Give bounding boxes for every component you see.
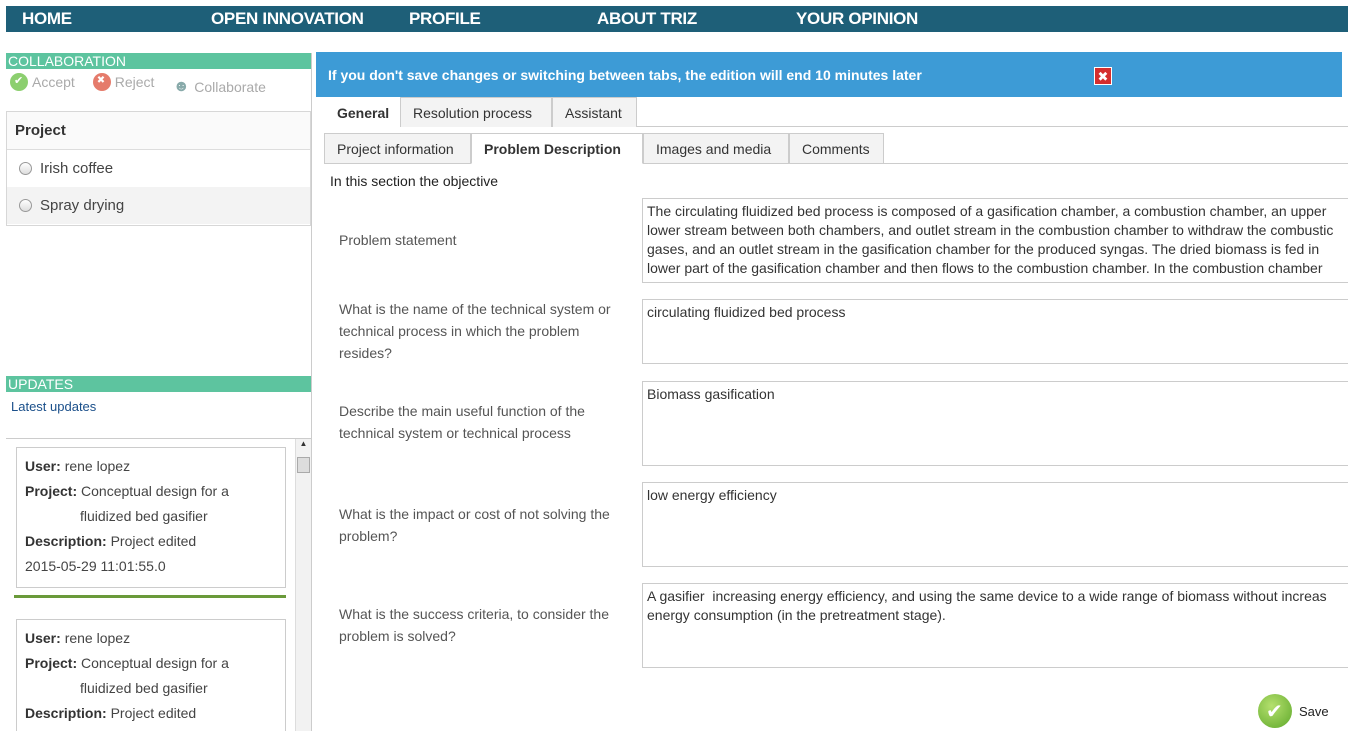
latest-updates-label: Latest updates [11,399,97,414]
reject-label: Reject [114,74,155,90]
update-card: User: rene lopez Project: Conceptual des… [16,447,286,588]
collaborate-label: Collaborate [194,79,266,95]
save-button[interactable]: Save [1258,694,1329,728]
problem-statement-field[interactable]: The circulating fluidized bed process is… [642,198,1348,283]
update-description: Project edited [110,533,197,549]
top-nav: HOME OPEN INNOVATION PROFILE ABOUT TRIZ … [6,6,1348,32]
success-criteria-field[interactable]: A gasifier increasing energy efficiency,… [642,583,1348,668]
tab-general[interactable]: General [324,97,400,127]
scroll-thumb[interactable] [297,457,310,473]
main-function-field[interactable]: Biomass gasification [642,381,1348,466]
cross-icon [92,73,111,91]
user-label: User: [25,458,61,474]
impact-field[interactable]: low energy efficiency [642,482,1348,567]
update-card: User: rene lopez Project: Conceptual des… [16,619,286,731]
tab-resolution-process[interactable]: Resolution process [400,97,552,127]
project-item-label: Spray drying [40,197,125,214]
nav-profile[interactable]: PROFILE [409,9,481,29]
left-sidebar: COLLABORATION Accept Reject ☻ Collaborat… [6,53,311,731]
update-description: Project edited [110,705,197,721]
updates-scrollbar[interactable]: ▲ [295,439,311,731]
tab-images-and-media[interactable]: Images and media [643,133,789,163]
update-user: rene lopez [64,630,131,646]
nav-open-innovation[interactable]: OPEN INNOVATION [211,9,364,29]
banner-message: If you don't save changes or switching b… [328,67,922,83]
update-project-cont: fluidized bed gasifier [80,680,208,696]
technical-system-field[interactable]: circulating fluidized bed process [642,299,1348,364]
check-icon [10,73,28,91]
update-divider [14,595,286,598]
impact-label: What is the impact or cost of not solvin… [339,506,610,544]
section-intro: In this section the objective [330,173,499,189]
secondary-tabs: Project information Problem Description … [324,133,1348,164]
sidebar-divider [311,53,312,731]
session-warning-banner: If you don't save changes or switching b… [316,52,1342,97]
close-icon[interactable]: ✖ [1094,67,1112,85]
tab-problem-description[interactable]: Problem Description [471,133,643,164]
people-icon: ☻ [172,78,190,95]
project-header: Project [7,112,310,150]
save-label: Save [1299,703,1329,719]
update-timestamp: 2015-05-29 11:01:55.0 [25,558,166,574]
reject-button[interactable]: Reject [92,73,155,91]
updates-list[interactable]: User: rene lopez Project: Conceptual des… [6,438,311,731]
radio-icon[interactable] [19,199,32,212]
project-label: Project: [25,655,78,671]
collaborate-button[interactable]: ☻ Collaborate [172,78,266,96]
description-label: Description: [25,705,107,721]
update-project: Conceptual design for a [81,655,229,671]
accept-button[interactable]: Accept [10,73,75,91]
collaboration-actions: Accept Reject ☻ Collaborate [10,73,280,96]
updates-header: UPDATES [6,376,311,392]
project-item-label: Irish coffee [40,160,114,177]
tab-project-information[interactable]: Project information [324,133,471,163]
update-user: rene lopez [64,458,131,474]
success-criteria-label: What is the success criteria, to conside… [339,606,609,644]
nav-home[interactable]: HOME [22,9,72,29]
problem-statement-label: Problem statement [339,232,457,248]
accept-label: Accept [32,74,75,90]
nav-about-triz[interactable]: ABOUT TRIZ [597,9,697,29]
scroll-up-icon[interactable]: ▲ [296,439,311,453]
project-list: Project Irish coffee Spray drying [6,111,311,226]
description-label: Description: [25,533,107,549]
update-project-cont: fluidized bed gasifier [80,508,208,524]
main-function-label: Describe the main useful function of the… [339,403,585,441]
nav-your-opinion[interactable]: YOUR OPINION [796,9,918,29]
update-project: Conceptual design for a [81,483,229,499]
check-icon [1258,694,1292,728]
project-item-irish-coffee[interactable]: Irish coffee [7,150,310,187]
tab-assistant[interactable]: Assistant [552,97,637,127]
tab-comments[interactable]: Comments [789,133,884,163]
user-label: User: [25,630,61,646]
project-item-spray-drying[interactable]: Spray drying [7,187,310,224]
primary-tabs: General Resolution process Assistant [324,97,1348,127]
radio-icon[interactable] [19,162,32,175]
collaboration-header: COLLABORATION [6,53,311,69]
project-label: Project: [25,483,78,499]
technical-system-label: What is the name of the technical system… [339,301,611,361]
